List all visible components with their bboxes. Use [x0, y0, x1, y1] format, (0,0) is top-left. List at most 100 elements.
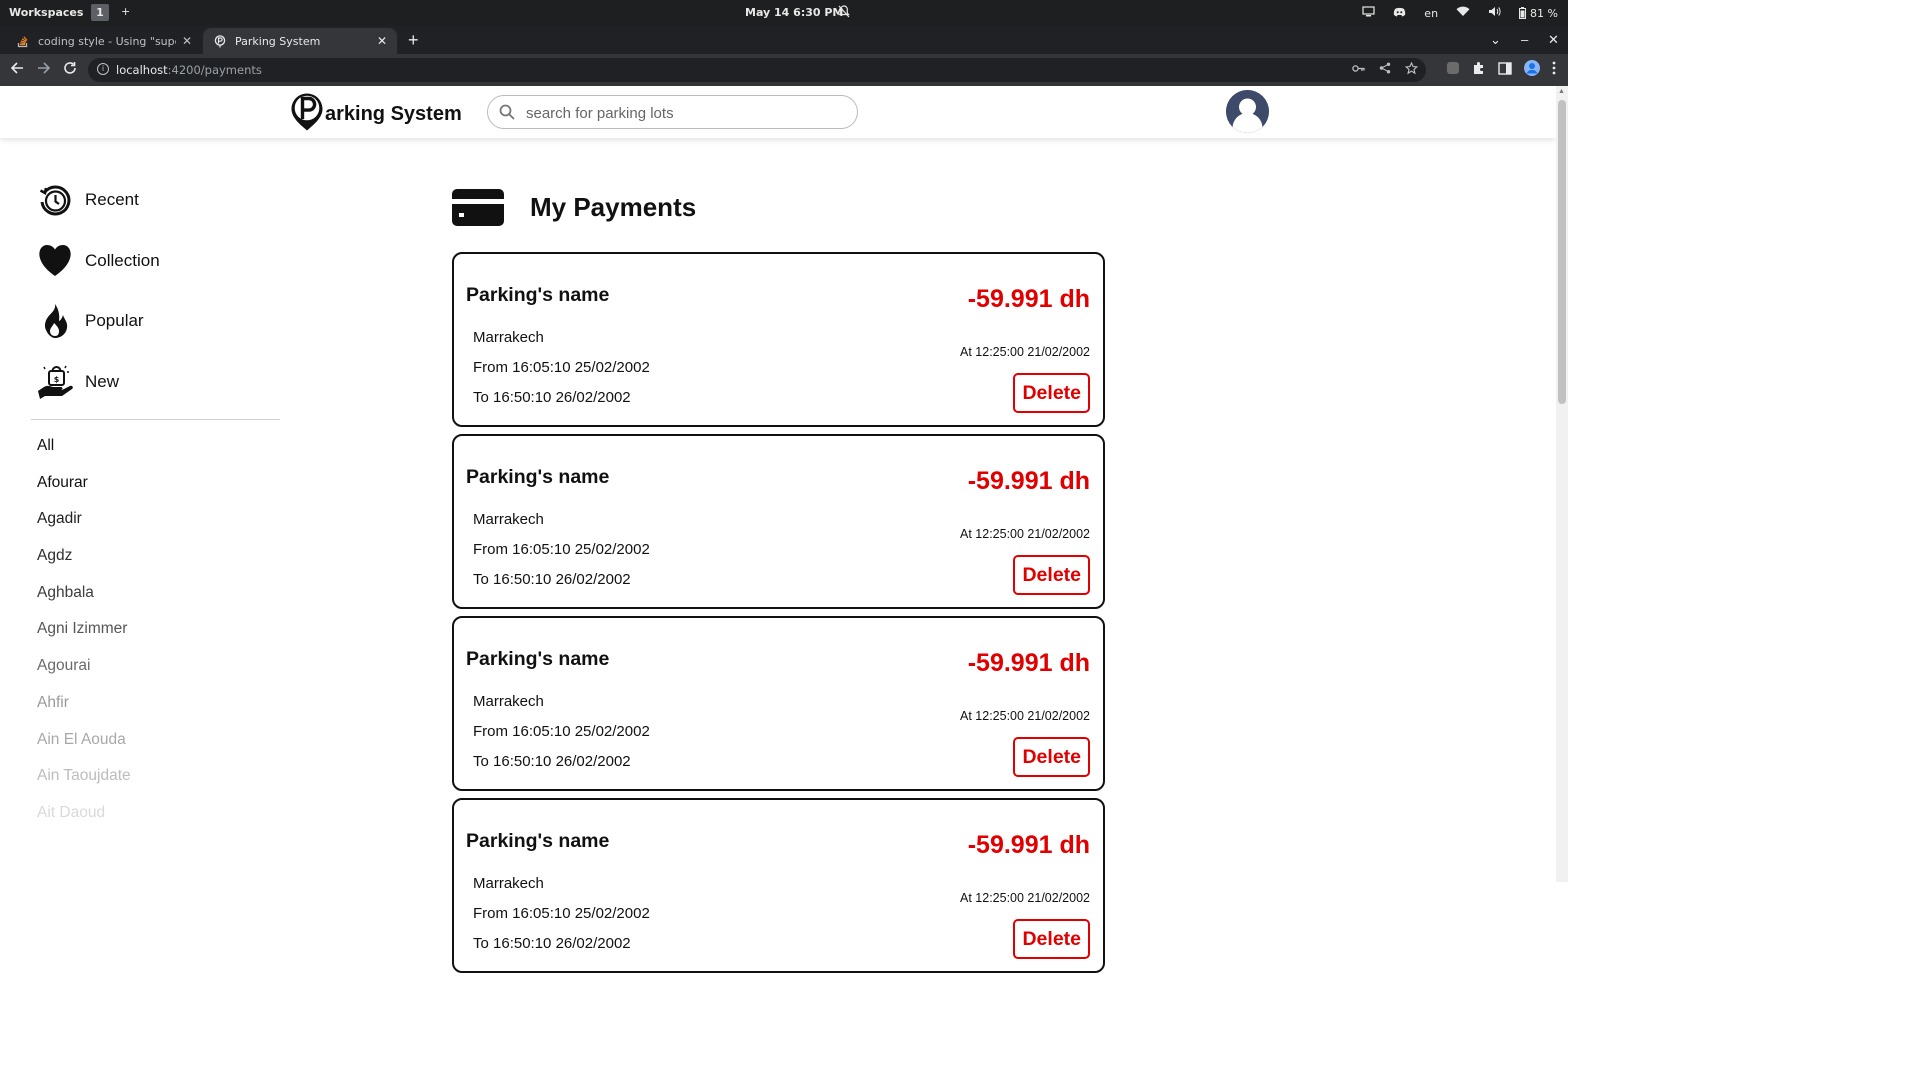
stackoverflow-icon — [16, 34, 30, 48]
share-icon[interactable] — [1379, 62, 1391, 78]
payment-to-time: To 16:50:10 26/02/2002 — [473, 389, 631, 406]
city-filter-item[interactable]: Afourar — [37, 474, 131, 511]
city-filter-item[interactable]: All — [37, 437, 131, 474]
battery-indicator[interactable]: 81 % — [1519, 7, 1558, 20]
clock[interactable]: May 14 6:30 PM — [745, 6, 843, 19]
url-path: :4200/payments — [167, 63, 262, 77]
parking-name: Parking's name — [466, 466, 610, 488]
volume-icon[interactable] — [1488, 6, 1501, 20]
delete-button[interactable]: Delete — [1013, 737, 1090, 777]
address-bar[interactable]: i localhost:4200/payments — [88, 58, 1426, 82]
site-info-icon[interactable]: i — [97, 63, 109, 75]
payment-city: Marrakech — [473, 875, 544, 892]
profile-avatar-icon[interactable] — [1524, 60, 1540, 79]
tab-coding-style[interactable]: coding style - Using "super" in ✕ — [6, 28, 202, 54]
new-tab-button[interactable]: + — [408, 30, 419, 51]
close-tab-icon[interactable]: ✕ — [377, 34, 387, 48]
scroll-up-arrow-icon[interactable]: ▲ — [1558, 88, 1565, 95]
fire-icon — [37, 303, 73, 339]
password-key-icon[interactable] — [1352, 62, 1365, 78]
delete-button[interactable]: Delete — [1013, 555, 1090, 595]
payment-at-time: At 12:25:00 21/02/2002 — [960, 709, 1090, 723]
city-filter-list: All Afourar Agadir Agdz Aghbala Agni Izimmer A… — [37, 437, 131, 841]
city-filter-item[interactable]: Ain El Aouda — [37, 731, 131, 768]
search-input[interactable] — [526, 103, 846, 123]
city-filter-item[interactable]: Ahfir — [37, 694, 131, 731]
bookmark-star-icon[interactable] — [1404, 61, 1419, 78]
tab-parking-system[interactable]: Parking System ✕ — [203, 28, 397, 54]
sidebar-item-new[interactable]: $ New — [37, 352, 160, 413]
close-window-icon[interactable]: ✕ — [1548, 32, 1559, 48]
payment-card: Parking's name -59.991 dh Marrakech From 16… — [452, 616, 1105, 791]
workspaces-label[interactable]: Workspaces — [9, 6, 83, 19]
omnibox-actions — [1352, 61, 1419, 78]
sidebar-item-recent[interactable]: Recent — [37, 170, 160, 231]
payment-card: Parking's name -59.991 dh Marrakech From 16… — [452, 434, 1105, 609]
sidebar-item-label: Collection — [85, 250, 160, 270]
payment-to-time: To 16:50:10 26/02/2002 — [473, 935, 631, 952]
heart-icon — [37, 243, 73, 279]
page-title: My Payments — [530, 192, 697, 222]
delete-button[interactable]: Delete — [1013, 373, 1090, 413]
extension-grey-icon[interactable] — [1446, 61, 1460, 78]
svg-text:$: $ — [54, 375, 60, 384]
delete-button[interactable]: Delete — [1013, 919, 1090, 959]
sidebar-item-collection[interactable]: Collection — [37, 231, 160, 292]
sidebar-item-label: Recent — [85, 190, 139, 210]
payment-city: Marrakech — [473, 511, 544, 528]
credit-card-icon — [452, 189, 504, 226]
page-header: My Payments — [452, 189, 696, 226]
payment-at-time: At 12:25:00 21/02/2002 — [960, 891, 1090, 905]
browser-menu-icon[interactable] — [1552, 61, 1556, 78]
battery-icon — [1519, 7, 1527, 19]
side-panel-icon[interactable] — [1498, 61, 1512, 78]
url-text[interactable]: localhost:4200/payments — [116, 63, 262, 77]
notifications-muted-icon[interactable] — [838, 5, 850, 21]
discord-icon[interactable] — [1393, 7, 1406, 20]
payment-from-time: From 16:05:10 25/02/2002 — [473, 359, 650, 376]
parking-favicon — [213, 34, 227, 48]
extensions-puzzle-icon[interactable] — [1472, 61, 1486, 78]
page-scrollbar[interactable]: ▲ — [1556, 86, 1568, 882]
search-icon[interactable] — [499, 104, 515, 120]
parking-pin-logo-icon — [291, 93, 323, 131]
user-avatar[interactable] — [1226, 90, 1269, 133]
tab-title: coding style - Using "super" in — [38, 34, 176, 48]
sidebar-item-popular[interactable]: Popular — [37, 291, 160, 352]
parking-name: Parking's name — [466, 830, 610, 852]
workspace-number[interactable]: 1 — [91, 4, 109, 21]
browser-toolbar: i localhost:4200/payments — [0, 54, 1568, 86]
payment-amount: -59.991 dh — [967, 467, 1090, 495]
browser-tabstrip: coding style - Using "super" in ✕ Parkin… — [0, 26, 1568, 54]
brand-logo-link[interactable]: arking System — [290, 92, 462, 132]
brand-name: arking System — [325, 102, 462, 125]
back-arrow-icon[interactable] — [10, 61, 24, 79]
payment-amount: -59.991 dh — [967, 285, 1090, 313]
screen-share-icon[interactable] — [1362, 6, 1375, 20]
parking-name: Parking's name — [466, 648, 610, 670]
app-header: arking System — [0, 86, 1556, 138]
city-filter-item[interactable]: Agni Izimmer — [37, 620, 131, 657]
payment-from-time: From 16:05:10 25/02/2002 — [473, 541, 650, 558]
city-filter-item[interactable]: Agdz — [37, 547, 131, 584]
tab-search-chevron-icon[interactable]: ⌄ — [1490, 32, 1501, 48]
user-silhouette-icon — [1226, 90, 1269, 133]
language-indicator[interactable]: en — [1424, 7, 1438, 20]
minimize-window-icon[interactable]: – — [1521, 32, 1528, 47]
city-filter-item[interactable]: Ain Taoujdate — [37, 767, 131, 804]
wifi-icon[interactable] — [1456, 6, 1470, 20]
city-filter-item[interactable]: Aghbala — [37, 584, 131, 621]
scrollbar-thumb[interactable] — [1558, 100, 1566, 404]
city-filter-item[interactable]: Agadir — [37, 510, 131, 547]
city-filter-item[interactable]: Ait Daoud — [37, 804, 131, 841]
city-filter-item[interactable]: Agourai — [37, 657, 131, 694]
payment-city: Marrakech — [473, 329, 544, 346]
extensions-area — [1446, 60, 1556, 79]
workspace-add-button[interactable]: + — [121, 5, 130, 18]
payments-list: Parking's name -59.991 dh Marrakech From 16… — [452, 252, 1105, 980]
payment-at-time: At 12:25:00 21/02/2002 — [960, 527, 1090, 541]
forward-arrow-icon[interactable] — [37, 61, 51, 79]
reload-icon[interactable] — [63, 61, 77, 79]
close-tab-icon[interactable]: ✕ — [182, 34, 192, 48]
payment-from-time: From 16:05:10 25/02/2002 — [473, 723, 650, 740]
